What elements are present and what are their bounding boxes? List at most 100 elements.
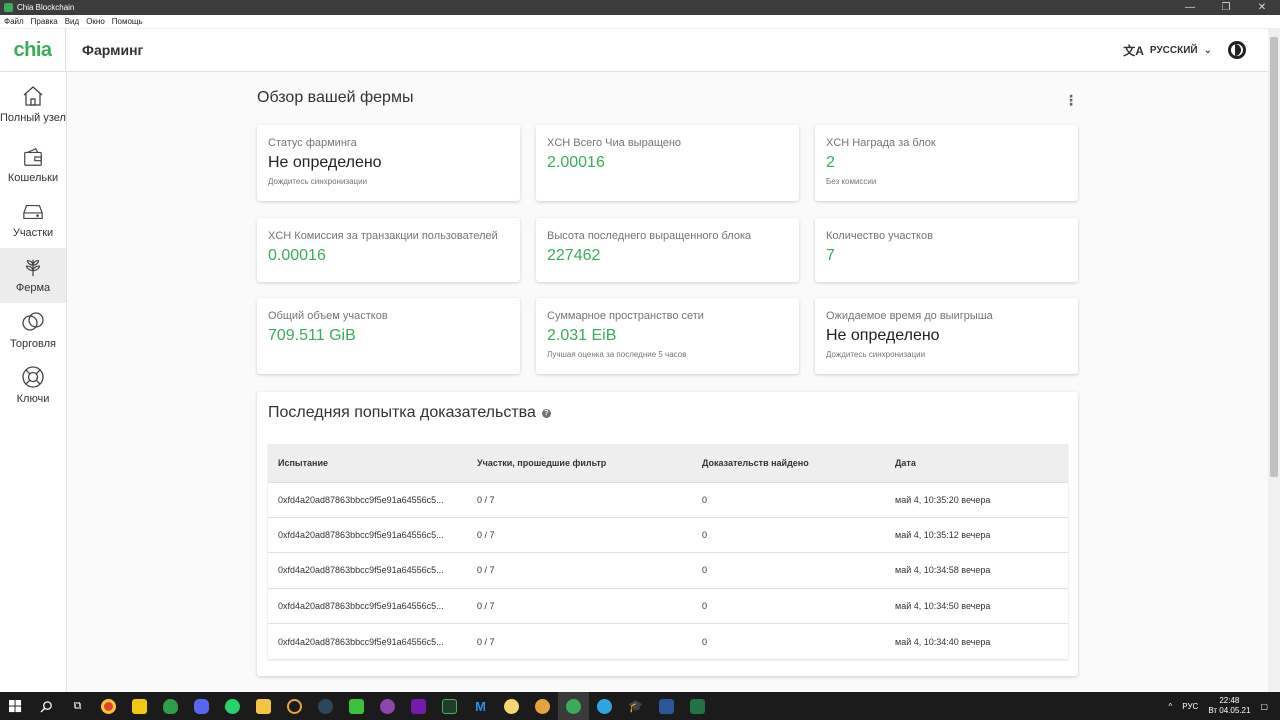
file-explorer-icon[interactable] <box>248 692 279 720</box>
cell-plots-passed: 0 / 7 <box>467 481 692 518</box>
window-titlebar: Chia Blockchain — ❐ ✕ <box>0 0 1280 15</box>
help-icon[interactable]: ? <box>541 408 551 418</box>
steam-icon[interactable] <box>310 692 341 720</box>
telegram-icon[interactable] <box>589 692 620 720</box>
card-label: Ожидаемое время до выигрыша <box>826 310 993 322</box>
windows-taskbar: ⧉ M 🎓 ^ РУС 22:48 Вт 04.05.21 ▢ <box>0 692 1280 720</box>
menu-edit[interactable]: Правка <box>31 17 58 26</box>
language-label: РУССКИЙ <box>1149 44 1198 56</box>
notification-icon[interactable]: ▢ <box>1260 702 1268 711</box>
page-title: Фарминг <box>82 42 144 58</box>
table-row: 0xfd4a20ad87863bbcc9f5e91a64556c5... 0 /… <box>268 481 1068 518</box>
shield-app-icon[interactable] <box>155 692 186 720</box>
proofs-title-text: Последняя попытка доказательства <box>268 404 536 421</box>
dark-mode-toggle[interactable] <box>1228 41 1246 59</box>
podcast-icon[interactable] <box>372 692 403 720</box>
card-value: 0.00016 <box>268 247 326 264</box>
clock[interactable]: 22:48 Вт 04.05.21 <box>1208 696 1250 716</box>
graduation-cap-icon[interactable]: 🎓 <box>620 692 651 720</box>
stat-card-user-fees: XCH Комиссия за транзакции пользователей… <box>257 218 520 282</box>
whatsapp-icon[interactable] <box>217 692 248 720</box>
cell-date: май 4, 10:34:50 вечера <box>885 587 1068 624</box>
sidebar-item-label: Участки <box>12 226 54 239</box>
card-value: 2.031 EiB <box>547 327 617 344</box>
scrollbar-thumb[interactable] <box>1270 37 1278 477</box>
cell-challenge: 0xfd4a20ad87863bbcc9f5e91a64556c5... <box>268 481 467 518</box>
speedometer-icon[interactable] <box>279 692 310 720</box>
menu-window[interactable]: Окно <box>86 17 105 26</box>
cell-plots-passed: 0 / 7 <box>467 587 692 624</box>
column-header-proofs-found[interactable]: Доказательств найдено <box>692 444 885 482</box>
sidebar-item-full-node[interactable]: Полный узел <box>0 72 66 138</box>
column-header-plots-passed[interactable]: Участки, прошедшие фильтр <box>467 444 692 482</box>
excel-icon[interactable] <box>682 692 713 720</box>
sidebar-item-farm[interactable]: Ферма <box>0 248 66 303</box>
stat-card-plot-count: Количество участков 7 <box>815 218 1078 282</box>
emoji-app-icon[interactable] <box>496 692 527 720</box>
terminal-icon[interactable] <box>434 692 465 720</box>
clock-time: 22:48 <box>1219 696 1240 705</box>
cell-date: май 4, 10:34:40 вечера <box>885 623 1068 659</box>
discord-icon[interactable] <box>186 692 217 720</box>
column-header-challenge[interactable]: Испытание <box>268 444 467 482</box>
cell-proofs-found: 0 <box>692 587 885 624</box>
main-content: Обзор вашей фермы ⋮ Статус фарминга Не о… <box>67 72 1268 692</box>
card-value: 7 <box>826 247 835 264</box>
chia-logo[interactable]: chia <box>0 28 66 72</box>
onenote-icon[interactable] <box>403 692 434 720</box>
card-label: Статус фарминга <box>268 137 357 149</box>
card-value: Не определено <box>268 154 382 171</box>
cell-proofs-found: 0 <box>692 516 885 553</box>
cell-challenge: 0xfd4a20ad87863bbcc9f5e91a64556c5... <box>268 623 467 659</box>
menu-file[interactable]: Файл <box>4 17 24 26</box>
malwarebytes-icon[interactable]: M <box>465 692 496 720</box>
column-header-date[interactable]: Дата <box>885 444 1068 482</box>
card-subtext: Лучшая оценка за последние 5 часов <box>547 350 687 359</box>
card-value: 227462 <box>547 247 601 264</box>
cell-proofs-found: 0 <box>692 552 885 589</box>
cell-date: май 4, 10:35:12 вечера <box>885 516 1068 553</box>
cell-challenge: 0xfd4a20ad87863bbcc9f5e91a64556c5... <box>268 516 467 553</box>
sidebar-item-label: Торговля <box>10 337 56 350</box>
card-label: Суммарное пространство сети <box>547 310 704 322</box>
card-subtext: Без комиссии <box>826 177 877 186</box>
maximize-button[interactable]: ❐ <box>1208 0 1244 15</box>
game-icon[interactable] <box>527 692 558 720</box>
chevron-up-icon[interactable]: ^ <box>1169 702 1173 711</box>
stat-card-block-reward: XCH Награда за блок 2 Без комиссии <box>815 125 1078 201</box>
hdd-icon <box>23 204 43 219</box>
menu-view[interactable]: Вид <box>65 17 79 26</box>
cell-challenge: 0xfd4a20ad87863bbcc9f5e91a64556c5... <box>268 552 467 589</box>
language-selector[interactable]: 文A РУССКИЙ ⌄ <box>1123 42 1212 59</box>
stat-card-farming-status: Статус фарминга Не определено Дождитесь … <box>257 125 520 201</box>
lifebuoy-icon <box>22 365 44 388</box>
card-label: XCH Всего Чиа выращено <box>547 137 682 149</box>
windows-start-icon[interactable] <box>0 692 31 720</box>
sprout-icon <box>25 259 41 276</box>
sidebar-item-label: Ферма <box>15 281 51 294</box>
card-label: Высота последнего выращенного блока <box>547 230 752 242</box>
task-view-icon[interactable]: ⧉ <box>62 692 93 720</box>
sidebar-item-wallets[interactable]: Кошельки <box>0 138 66 193</box>
minimize-button[interactable]: — <box>1172 0 1208 15</box>
sticky-notes-icon[interactable] <box>124 692 155 720</box>
green-app-icon[interactable] <box>341 692 372 720</box>
menu-help[interactable]: Помощь <box>112 17 143 26</box>
table-row: 0xfd4a20ad87863bbcc9f5e91a64556c5... 0 /… <box>268 587 1068 624</box>
input-language[interactable]: РУС <box>1182 702 1198 711</box>
chia-taskbar-icon[interactable] <box>558 692 589 720</box>
chrome-icon[interactable] <box>93 692 124 720</box>
cell-plots-passed: 0 / 7 <box>467 516 692 553</box>
sidebar-item-plots[interactable]: Участки <box>0 193 66 248</box>
circles-icon <box>22 311 44 331</box>
scrollbar[interactable] <box>1268 29 1280 692</box>
word-icon[interactable] <box>651 692 682 720</box>
more-vert-icon[interactable]: ⋮ <box>1064 92 1078 109</box>
clock-date: Вт 04.05.21 <box>1208 706 1251 715</box>
search-icon[interactable] <box>31 692 62 720</box>
close-button[interactable]: ✕ <box>1244 0 1280 15</box>
sidebar-item-keys[interactable]: Ключи <box>0 358 66 413</box>
card-label: XCH Награда за блок <box>826 137 936 149</box>
stat-card-expected-time: Ожидаемое время до выигрыша Не определен… <box>815 298 1078 374</box>
sidebar-item-trade[interactable]: Торговля <box>0 303 66 358</box>
